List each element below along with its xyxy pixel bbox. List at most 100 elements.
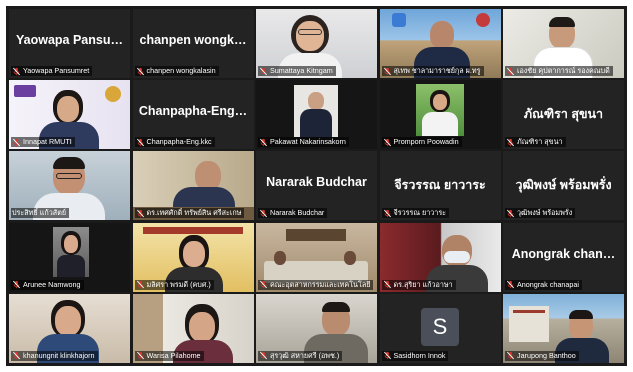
wall-frames [286, 228, 346, 241]
mic-muted-icon [260, 352, 267, 360]
tile-prasit-active-speaker[interactable]: ประสิทธิ์ แก้วสัตย์ [9, 151, 130, 221]
tile-champapha[interactable]: Chanpapha-Eng… Chanpapha-Eng.kkc [132, 80, 254, 150]
mic-muted-icon [260, 67, 267, 75]
person-video [344, 250, 356, 265]
person-video [55, 305, 81, 336]
mic-muted-icon [507, 280, 514, 289]
name-label: Yaowapa Pansumret [11, 66, 93, 76]
display-name: จีรวรรณ ยาวาระ [394, 178, 486, 193]
tile-malisa[interactable]: มลิศรา พรมดี (คบศ.) [132, 222, 254, 292]
mic-muted-icon [383, 67, 391, 75]
tile-sumattaya[interactable]: Sumattaya Kitngam [256, 9, 377, 78]
tile-nararak[interactable]: Nararak Budchar Nararak Budchar [256, 151, 377, 221]
name-label: Sumattaya Kitngam [258, 66, 336, 76]
name-label: Promporn Poowadin [381, 137, 462, 148]
display-name: Anongrak chan… [511, 246, 616, 261]
person-video [56, 173, 82, 180]
name-label: Nararak Budchar [258, 208, 328, 219]
name-label: ภัณฑิรา สุขนา [505, 137, 566, 148]
tile-pansira[interactable]: ภัณฑิรา สุขนา ภัณฑิรา สุขนา [503, 80, 624, 150]
mic-muted-icon [260, 280, 267, 289]
display-name: Yaowapa Pansu… [16, 33, 123, 47]
mic-muted-icon [13, 67, 20, 75]
mic-muted-icon [507, 138, 514, 146]
mic-muted-icon [507, 67, 514, 75]
person-video [549, 17, 575, 27]
tile-songkiat[interactable]: เองชัย คุปตาการณ์ รองคณบดี [503, 9, 624, 78]
display-name: ภัณฑิรา สุขนา [523, 107, 604, 122]
tile-wutthipong[interactable]: วุฒิพงษ์ พร้อมพรั่ง วุฒิพงษ์ พร้อมพรั่ง [503, 151, 624, 221]
tile-anongrak[interactable]: Anongrak chan… Anongrak chanapai [503, 222, 624, 292]
mic-muted-icon [260, 209, 267, 218]
avatar: S [421, 307, 459, 346]
tile-khanungnit[interactable]: khanungnit klinkhajorn [9, 293, 130, 363]
mic-muted-icon [507, 352, 514, 360]
mic-muted-icon [136, 209, 144, 218]
name-label: Anongrak chanapai [505, 279, 582, 290]
mic-muted-icon [383, 280, 391, 289]
tile-innapat[interactable]: Innapat RMUTI [9, 80, 130, 150]
tile-yaowapa[interactable]: Yaowapa Pansu… Yaowapa Pansumret [9, 9, 130, 78]
mic-muted-icon [13, 280, 20, 289]
tile-sarawut[interactable]: สุรวุฒิ สหายศรี (อพช.) [256, 293, 377, 363]
tile-faculty[interactable]: คณะอุตสาหกรรมและเทคโนโลยี [256, 222, 377, 292]
name-label: ดร.เทศศักดิ์ ทรัพย์สิน ศรีสะเกษ [134, 208, 245, 219]
mic-muted-icon [136, 67, 144, 75]
tile-surachai[interactable]: ดร.สุริยา แก้วอาษา [379, 222, 501, 292]
person-video [300, 109, 332, 138]
name-label: สุเทพ ชาลามาราชย์กุล ผ.ทรู [381, 66, 484, 76]
person-video [569, 309, 593, 319]
logo-right [475, 13, 490, 27]
name-label: khanungnit klinkhajorn [11, 350, 98, 361]
name-label: จีรวรรณ ยาวาระ [381, 208, 450, 219]
name-label: ดร.สุริยา แก้วอาษา [381, 279, 456, 290]
tile-chanpen[interactable]: chanpen wongk… chanpen wongkalasin [132, 9, 254, 78]
tile-sasidhorn[interactable]: S Sasidhorn Innok [379, 293, 501, 363]
person-video [432, 94, 447, 111]
gallery-grid: Yaowapa Pansu… Yaowapa Pansumret chanpen… [9, 9, 624, 363]
display-name: Chanpapha-Eng… [138, 104, 248, 119]
name-label: Innapat RMUTI [11, 137, 75, 148]
person-video [296, 21, 324, 51]
person-video [182, 240, 205, 267]
mic-muted-icon [136, 352, 144, 360]
mic-muted-icon [383, 352, 391, 360]
name-label: Jarupong Banthoo [505, 350, 579, 361]
person-video [429, 21, 454, 49]
display-name: วุฒิพงษ์ พร้อมพรั่ง [515, 178, 612, 193]
building [513, 309, 545, 313]
person-video [188, 311, 215, 342]
tile-jiraporn[interactable]: จีรวรรณ ยาวาระ จีรวรรณ ยาวาระ [379, 151, 501, 221]
name-label: มลิศรา พรมดี (คบศ.) [134, 279, 214, 290]
tile-jarupong[interactable]: Jarupong Banthoo [503, 293, 624, 363]
tile-promporn[interactable]: Promporn Poowadin [379, 80, 501, 150]
name-label: Warisa Pilahome [134, 350, 204, 361]
tile-warisa[interactable]: Warisa Pilahome [132, 293, 254, 363]
mic-muted-icon [383, 138, 391, 146]
person-video [274, 250, 286, 265]
tile-tessasak[interactable]: ดร.เทศศักดิ์ ทรัพย์สิน ศรีสะเกษ [132, 151, 254, 221]
mic-muted-icon [136, 138, 144, 146]
tile-pakawat[interactable]: Pakawat Nakarinsakorn [256, 80, 377, 150]
person-video [53, 157, 85, 170]
tile-suthep[interactable]: สุเทพ ชาลามาราชย์กุล ผ.ทรู [379, 9, 501, 78]
name-label: ประสิทธิ์ แก้วสัตย์ [11, 208, 70, 219]
person-video [322, 301, 350, 312]
display-name: Nararak Budchar [266, 175, 367, 190]
display-name: chanpen wongk… [139, 33, 247, 47]
mic-muted-icon [383, 209, 391, 218]
mic-muted-icon [136, 280, 144, 289]
mic-muted-icon [507, 209, 514, 218]
name-label: วุฒิพงษ์ พร้อมพรั่ง [505, 208, 576, 219]
person-video [57, 96, 79, 123]
name-label: เองชัย คุปตาการณ์ รองคณบดี [505, 66, 613, 76]
name-label: chanpen wongkalasin [134, 66, 219, 76]
person-video [308, 92, 324, 111]
person-video [64, 234, 78, 253]
name-label: คณะอุตสาหกรรมและเทคโนโลยี [258, 279, 374, 290]
tile-arunee[interactable]: Arunee Namwong [9, 222, 130, 292]
name-label: Pakawat Nakarinsakorn [258, 137, 349, 148]
name-label: Chanpapha-Eng.kkc [134, 137, 215, 148]
name-label: Sasidhorn Innok [381, 350, 449, 361]
person-video [298, 29, 322, 35]
